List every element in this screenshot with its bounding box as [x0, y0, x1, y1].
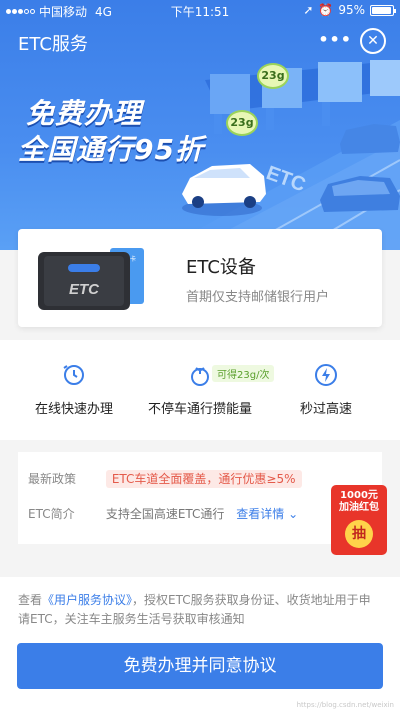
feature-label: 秒过高速 — [299, 402, 352, 417]
sprout-icon — [191, 367, 209, 386]
etc-device-image: 银行卡 ETC — [38, 248, 144, 310]
intro-row: ETC简介 支持全国高速ETC通行 查看详情 ⌄ — [28, 505, 298, 522]
page-title: ETC服务 — [18, 34, 88, 55]
product-card[interactable]: 银行卡 ETC ETC设备 首期仅支持邮储银行用户 — [18, 229, 382, 327]
view-details-label: 查看详情 — [236, 507, 285, 521]
feature-label: 在线快速办理 — [34, 402, 113, 417]
policy-panel: 最新政策 ETC车道全面覆盖，通行优惠≥5% ETC简介 支持全国高速ETC通行… — [18, 452, 382, 544]
battery-percent: 95% — [338, 3, 365, 17]
gift-desc: 加油红包 — [339, 502, 379, 513]
policy-label: 最新政策 — [28, 472, 77, 486]
navbar: ETC服务 ••• ✕ — [0, 24, 400, 60]
lottery-coin-icon: 抽 — [345, 520, 373, 548]
feature-item: 不停车通行攒能量 — [142, 362, 258, 417]
hero-slogan-line2: 全国通行95折 — [18, 133, 204, 166]
apply-agree-button[interactable]: 免费办理并同意协议 — [17, 643, 383, 689]
chevron-down-icon: ⌄ — [288, 507, 299, 521]
agreement-panel: 查看《用户服务协议》，授权ETC服务获取身份证、收货地址用于申请ETC，关注车主… — [0, 577, 400, 711]
intro-label: ETC简介 — [28, 507, 75, 521]
watermark: https://blog.csdn.net/weixin — [296, 701, 394, 709]
product-title: ETC设备 — [186, 257, 256, 278]
alarm-icon: ⏰ — [318, 3, 334, 17]
energy-badge-icon: 23g — [226, 110, 258, 136]
battery-icon — [370, 4, 396, 16]
feature-item: 在线快速办理 — [26, 362, 122, 417]
view-details-link[interactable]: 查看详情 ⌄ — [236, 507, 298, 521]
agreement-prefix: 查看 — [18, 593, 43, 607]
policy-highlight: ETC车道全面覆盖，通行优惠≥5% — [105, 470, 302, 488]
status-bar: 中国移动 4G 下午11:51 ➚ ⏰ 95% — [0, 0, 400, 22]
close-icon[interactable]: ✕ — [360, 28, 386, 54]
device-logo-text: ETC — [69, 281, 100, 298]
feature-row: 可得23g/次 在线快速办理 不停车通行攒能量 秒过高速 — [0, 340, 400, 440]
agreement-text: 查看《用户服务协议》，授权ETC服务获取身份证、收货地址用于申请ETC，关注车主… — [18, 591, 382, 629]
intro-text: 支持全国高速ETC通行 — [105, 507, 225, 521]
location-icon: ➚ — [303, 3, 314, 17]
fuel-gift-badge[interactable]: 1000元 加油红包 抽 — [331, 485, 387, 555]
gift-amount: 1000元 — [340, 490, 378, 501]
hero-banner: ETC 中国移动 4G 下午11:51 ➚ ⏰ 95% ETC服务 ••• ✕ … — [0, 0, 400, 250]
policy-row: 最新政策 ETC车道全面覆盖，通行优惠≥5% — [28, 470, 302, 488]
clock-icon — [63, 365, 84, 385]
service-agreement-link[interactable]: 《用户服务协议》 — [42, 593, 132, 607]
feature-item: 秒过高速 — [284, 362, 368, 417]
feature-label: 不停车通行攒能量 — [147, 402, 252, 417]
lightning-icon — [315, 364, 337, 386]
energy-badge-icon: 23g — [257, 63, 289, 89]
product-subtitle: 首期仅支持邮储银行用户 — [186, 290, 330, 305]
hero-slogan-line1: 免费办理 — [26, 97, 143, 130]
more-icon[interactable]: ••• — [318, 30, 352, 49]
